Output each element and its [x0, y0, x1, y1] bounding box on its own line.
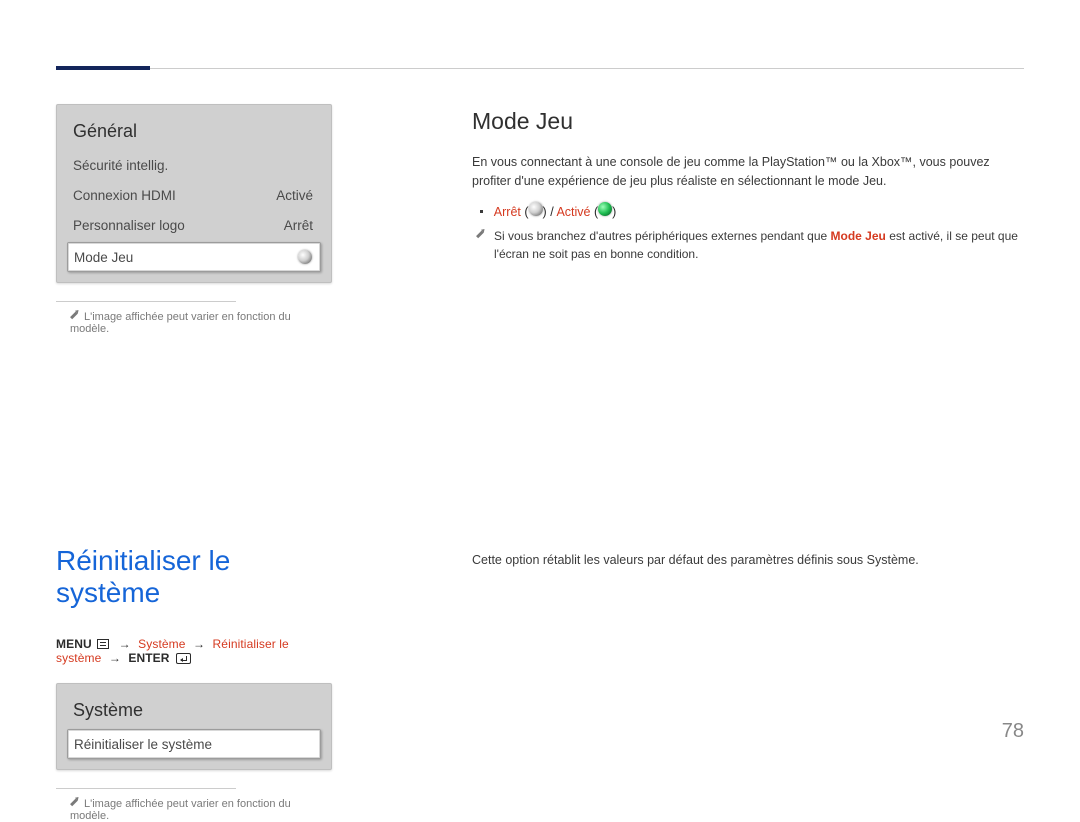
header-rule [56, 68, 1024, 69]
pen-icon [474, 227, 488, 241]
page-number: 78 [1002, 720, 1024, 743]
option-off-label: Arrêt [494, 205, 521, 219]
enter-icon [176, 653, 191, 664]
arrow-icon: → [109, 651, 121, 665]
bullet-icon [480, 210, 483, 213]
mode-jeu-options: Arrêt () / Activé () [472, 202, 1024, 219]
menu-row-value: Arrêt [284, 218, 313, 233]
radio-on-icon [598, 202, 612, 216]
heading-reset-system: Réinitialiser le système [56, 545, 332, 609]
menu-row-reset-system[interactable]: Réinitialiser le système [67, 729, 321, 759]
reset-desc: Cette option rétablit les valeurs par dé… [472, 551, 1024, 570]
separator [56, 788, 236, 789]
arrow-icon: → [119, 637, 131, 651]
right-column: Mode Jeu En vous connectant à une consol… [472, 104, 1024, 335]
paren-open: ( [524, 205, 528, 219]
menu-row-label: Mode Jeu [74, 250, 133, 265]
arrow-icon: → [193, 637, 205, 651]
general-panel: Général Sécurité intellig. Connexion HDM… [56, 104, 332, 283]
path-enter-label: ENTER [128, 651, 169, 665]
path-menu-label: MENU [56, 637, 92, 651]
menu-row-value: Activé [276, 188, 313, 203]
mode-jeu-warning: Si vous branchez d'autres périphériques … [472, 227, 1024, 264]
pen-icon [68, 795, 82, 809]
menu-row-security[interactable]: Sécurité intellig. [67, 150, 321, 180]
note-text: L'image affichée peut varier en fonction… [70, 311, 291, 335]
note-text: L'image affichée peut varier en fonction… [70, 798, 291, 822]
note-image-varies-2: L'image affichée peut varier en fonction… [70, 797, 332, 822]
right-column-2: Cette option rétablit les valeurs par dé… [472, 545, 1024, 822]
left-column: Général Sécurité intellig. Connexion HDM… [56, 104, 332, 335]
menu-row-label: Réinitialiser le système [74, 737, 212, 752]
menu-row-hdmi[interactable]: Connexion HDMI Activé [67, 180, 321, 210]
warn-term: Mode Jeu [831, 229, 886, 243]
header-rule-accent [56, 66, 150, 70]
panel-title-general: Général [73, 121, 321, 142]
menu-row-label: Connexion HDMI [73, 188, 176, 203]
separator [56, 301, 236, 302]
menu-row-mode-jeu[interactable]: Mode Jeu [67, 242, 321, 272]
mode-jeu-desc: En vous connectant à une console de jeu … [472, 153, 1024, 192]
system-panel: Système Réinitialiser le système [56, 683, 332, 770]
left-column-2: Réinitialiser le système MENU → Système … [56, 545, 332, 822]
radio-off-icon [529, 202, 543, 216]
path-systeme: Système [138, 637, 185, 651]
menu-row-label: Personnaliser logo [73, 218, 185, 233]
navigation-path: MENU → Système → Réinitialiser le systèm… [56, 637, 332, 665]
radio-off-icon [298, 250, 312, 264]
menu-row-label: Sécurité intellig. [73, 158, 168, 173]
paren-close: ) [612, 205, 616, 219]
heading-mode-jeu: Mode Jeu [472, 108, 1024, 135]
menu-row-logo[interactable]: Personnaliser logo Arrêt [67, 210, 321, 240]
upper-section: Général Sécurité intellig. Connexion HDM… [56, 62, 1024, 335]
pen-icon [68, 308, 82, 322]
panel-title-system: Système [73, 700, 321, 721]
option-on-label: Activé [556, 205, 590, 219]
note-image-varies: L'image affichée peut varier en fonction… [70, 310, 332, 335]
lower-section: Réinitialiser le système MENU → Système … [56, 545, 1024, 822]
menu-icon [97, 639, 109, 649]
warn-text-prefix: Si vous branchez d'autres périphériques … [494, 229, 831, 243]
manual-page: Général Sécurité intellig. Connexion HDM… [0, 0, 1080, 763]
